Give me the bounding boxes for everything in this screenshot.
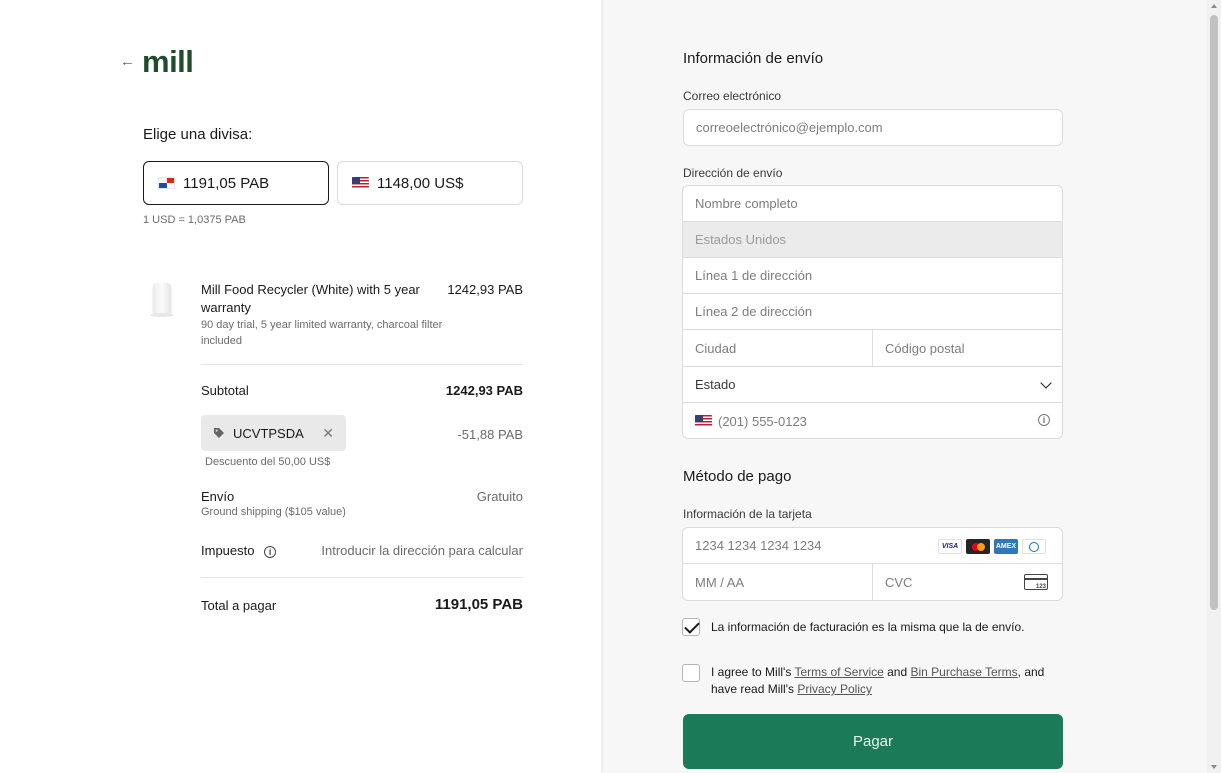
card-number-placeholder: 1234 1234 1234 1234 (695, 538, 822, 553)
agree-terms-checkbox[interactable] (682, 664, 700, 682)
product-name: Mill Food Recycler (White) with 5 year w… (201, 282, 420, 315)
state-select[interactable]: Estado (683, 367, 1062, 403)
address-line2-field[interactable]: Línea 2 de dirección (683, 294, 1062, 330)
agree-terms-label: I agree to Mill's Terms of Service and B… (711, 664, 1066, 698)
billing-same-checkbox[interactable] (682, 618, 700, 636)
email-field[interactable]: correoelectrónico@ejemplo.com (683, 109, 1063, 146)
privacy-policy-link[interactable]: Privacy Policy (797, 682, 872, 696)
remove-coupon-icon[interactable]: ✕ (322, 425, 334, 442)
cvc-field[interactable]: CVC 123 (873, 564, 1062, 600)
postal-code-field[interactable]: Código postal (873, 330, 1062, 366)
exchange-rate: 1 USD = 1,0375 PAB (143, 214, 246, 226)
visa-icon: VISA (938, 539, 962, 554)
terms-of-service-link[interactable]: Terms of Service (794, 665, 883, 679)
shipping-label: Envío (201, 489, 235, 504)
currency-option-label: 1148,00 US$ (377, 174, 464, 192)
tax-row-label: Impuesto i (201, 543, 277, 558)
amex-icon: AMEX (994, 539, 1018, 554)
city-field[interactable]: Ciudad (683, 330, 873, 366)
us-flag-icon (695, 415, 712, 427)
address-group: Nombre completo Estados Unidos Línea 1 d… (682, 185, 1063, 439)
card-info-label: Información de la tarjeta (683, 507, 812, 521)
mastercard-icon (966, 539, 990, 554)
diners-icon (1022, 539, 1046, 554)
tag-icon (214, 428, 224, 438)
currency-option-pab[interactable]: 1191,05 PAB (143, 161, 329, 205)
mill-logo[interactable]: mill (142, 44, 194, 80)
bin-purchase-terms-link[interactable]: Bin Purchase Terms (911, 665, 1018, 679)
state-select-label: Estado (695, 377, 736, 392)
shipping-note: Ground shipping ($105 value) (201, 506, 346, 518)
agree-prefix: I agree to Mill's (711, 665, 795, 679)
arrow-left-icon[interactable]: ← (120, 53, 135, 70)
total-value: 1191,05 PAB (434, 596, 523, 613)
tax-value: Introducir la dirección para calcular (321, 543, 523, 558)
scroll-thumb[interactable] (1210, 15, 1218, 610)
cvc-placeholder: CVC (885, 574, 913, 590)
card-number-field[interactable]: 1234 1234 1234 1234 VISA AMEX (683, 528, 1062, 564)
divider (201, 577, 523, 578)
product-description: 90 day trial, 5 year limited warranty, c… (201, 319, 443, 347)
chevron-down-icon (1040, 377, 1052, 389)
tax-label: Impuesto (201, 543, 255, 558)
billing-same-label: La información de facturación es la mism… (711, 620, 1025, 634)
divider (201, 364, 523, 365)
us-flag-icon (352, 177, 369, 189)
panama-flag-icon (158, 177, 175, 189)
discount-note: Descuento del 50,00 US$ (205, 456, 331, 468)
pay-button[interactable]: Pagar (683, 714, 1063, 769)
expiry-cvc-row: MM / AA CVC 123 (683, 564, 1062, 600)
cvc-card-icon: 123 (1024, 574, 1048, 590)
currency-title: Elige una divisa: (143, 126, 253, 143)
address-line1-field[interactable]: Línea 1 de dirección (683, 258, 1062, 294)
coupon-chip: UCVTPSDA ✕ (201, 415, 346, 451)
phone-placeholder: (201) 555-0123 (718, 413, 807, 429)
card-group: 1234 1234 1234 1234 VISA AMEX MM / AA CV… (682, 527, 1063, 601)
agree-and: and (883, 665, 911, 679)
scroll-down-icon[interactable] (1211, 765, 1217, 769)
subtotal-value: 1242,93 PAB (445, 383, 523, 398)
info-icon[interactable]: i (1038, 414, 1050, 426)
card-brands: VISA AMEX (938, 539, 1046, 554)
address-label: Dirección de envío (683, 166, 783, 180)
total-label: Total a pagar (201, 598, 277, 613)
currency-option-usd[interactable]: 1148,00 US$ (337, 161, 523, 205)
currency-option-label: 1191,05 PAB (183, 174, 270, 192)
full-name-field[interactable]: Nombre completo (683, 186, 1062, 222)
coupon-code: UCVTPSDA (233, 425, 304, 441)
subtotal-label: Subtotal (201, 383, 249, 398)
product-image (147, 282, 177, 318)
product-price: 1242,93 PAB (447, 282, 523, 297)
country-field[interactable]: Estados Unidos (683, 222, 1062, 258)
city-postal-row: Ciudad Código postal (683, 330, 1062, 367)
email-label: Correo electrónico (683, 89, 782, 103)
coupon-value: -51,88 PAB (457, 427, 523, 442)
shipping-info-title: Información de envío (683, 50, 824, 67)
expiry-field[interactable]: MM / AA (683, 564, 873, 600)
info-icon[interactable]: i (264, 545, 277, 558)
scrollbar[interactable] (1207, 0, 1221, 773)
scroll-up-icon[interactable] (1211, 4, 1217, 8)
payment-method-title: Método de pago (683, 468, 792, 485)
shipping-value: Gratuito (476, 489, 523, 504)
phone-field[interactable]: (201) 555-0123 i (683, 403, 1062, 438)
